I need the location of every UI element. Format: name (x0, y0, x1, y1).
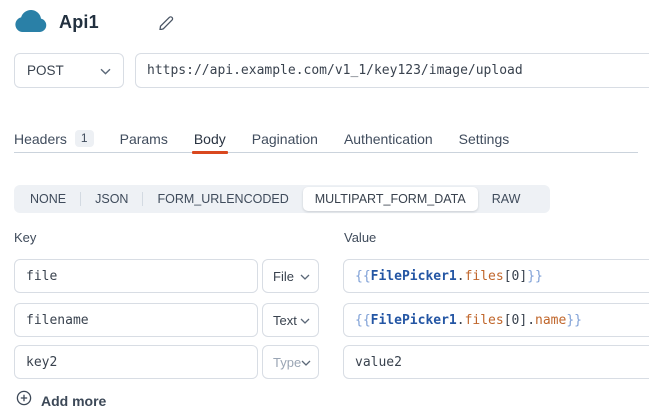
chevron-down-icon (300, 267, 310, 285)
template-token: }} (527, 269, 543, 284)
body-type-segmented-control: NONE JSON FORM_URLENCODED MULTIPART_FORM… (14, 185, 550, 213)
body-type-form-urlencoded[interactable]: FORM_URLENCODED (143, 188, 302, 210)
body-type-none[interactable]: NONE (16, 188, 80, 210)
chevron-down-icon (301, 353, 311, 371)
edit-pencil-icon[interactable] (158, 13, 174, 30)
page-title: Api1 (59, 12, 99, 33)
template-token: files (465, 313, 504, 328)
type-select[interactable]: Text (262, 303, 319, 337)
type-select-value: File (273, 269, 294, 284)
template-token: . (527, 313, 535, 328)
chevron-down-icon (100, 62, 111, 80)
tab-authentication-label: Authentication (344, 131, 433, 147)
template-token: . (457, 269, 465, 284)
value-input[interactable]: {{FilePicker1.files[0]}} (343, 259, 649, 293)
type-select-value: Text (273, 313, 297, 328)
type-select[interactable]: File (262, 259, 319, 293)
cloud-icon (14, 9, 48, 34)
value-input[interactable]: {{FilePicker1.files[0].name}} (343, 303, 649, 337)
template-token: FilePicker1 (371, 313, 457, 328)
plus-circle-icon (16, 390, 32, 411)
tab-authentication[interactable]: Authentication (344, 125, 433, 152)
type-select[interactable]: Type (262, 345, 319, 379)
key-input[interactable] (14, 303, 258, 337)
key-input[interactable] (14, 345, 258, 379)
tab-headers-label: Headers (14, 131, 67, 147)
chevron-down-icon (300, 311, 310, 329)
template-token: [0] (504, 313, 527, 328)
tab-settings-label: Settings (459, 131, 510, 147)
key-input[interactable] (14, 259, 258, 293)
tab-body[interactable]: Body (194, 125, 226, 152)
template-token: [0] (504, 269, 527, 284)
template-token: . (457, 313, 465, 328)
tab-pagination-label: Pagination (252, 131, 318, 147)
tab-params-label: Params (120, 131, 168, 147)
method-select-value: POST (27, 63, 64, 78)
body-type-json[interactable]: JSON (81, 188, 142, 210)
tab-settings[interactable]: Settings (459, 125, 510, 152)
template-token: name (535, 313, 566, 328)
template-token: {{ (355, 269, 371, 284)
template-token: FilePicker1 (371, 269, 457, 284)
key-column-header: Key (14, 230, 36, 245)
add-more-button[interactable]: Add more (16, 390, 106, 411)
request-tabs: Headers 1 Params Body Pagination Authent… (14, 125, 638, 153)
add-more-label: Add more (41, 393, 106, 409)
tab-body-label: Body (194, 131, 226, 147)
value-column-header: Value (344, 230, 376, 245)
headers-count-badge: 1 (75, 130, 94, 147)
body-type-multipart-form-data[interactable]: MULTIPART_FORM_DATA (303, 187, 478, 211)
body-type-raw[interactable]: RAW (478, 188, 535, 210)
template-token: {{ (355, 313, 371, 328)
type-select-placeholder: Type (273, 355, 301, 370)
template-token: value2 (355, 355, 402, 370)
tab-pagination[interactable]: Pagination (252, 125, 318, 152)
value-input[interactable]: value2 (343, 345, 649, 379)
tab-params[interactable]: Params (120, 125, 168, 152)
url-input[interactable] (135, 53, 649, 88)
method-select[interactable]: POST (14, 53, 124, 88)
template-token: files (465, 269, 504, 284)
tab-headers[interactable]: Headers 1 (14, 125, 94, 152)
template-token: }} (566, 313, 582, 328)
